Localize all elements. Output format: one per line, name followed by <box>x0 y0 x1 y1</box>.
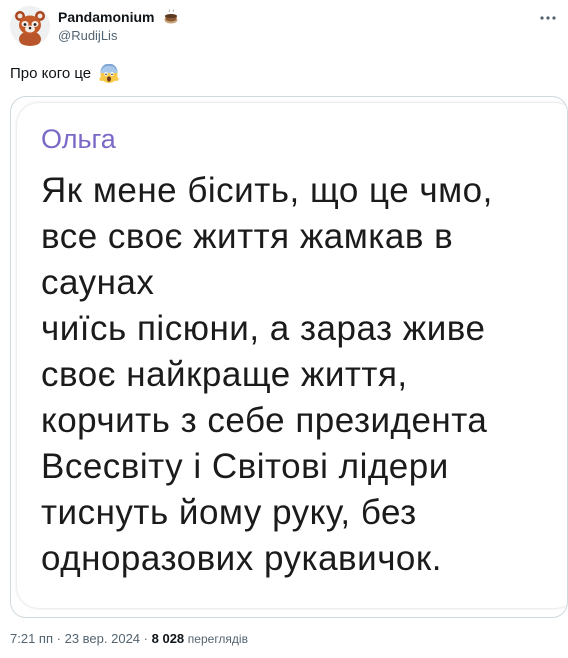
tweet-time[interactable]: 7:21 пп <box>10 631 53 646</box>
tweet-media-image[interactable]: Ольга Як мене бісить, що це чмо, все сво… <box>10 96 568 618</box>
author-display-name[interactable]: Pandamonium <box>58 8 154 26</box>
teacup-icon <box>164 9 178 24</box>
more-options-icon[interactable] <box>538 10 558 26</box>
message-line: чиїсь пісюни, а зараз живе <box>41 309 486 348</box>
views-label[interactable]: переглядів <box>188 632 248 646</box>
author-names: Pandamonium @RudijLis <box>58 8 179 45</box>
message-bubble: Ольга Як мене бісить, що це чмо, все сво… <box>17 103 567 608</box>
message-line: Всесвіту і Світові лідери <box>41 447 449 486</box>
views-count[interactable]: 8 028 <box>152 631 185 646</box>
red-panda-avatar-icon <box>10 6 50 46</box>
message-body: Як мене бісить, що це чмо, все своє житт… <box>41 168 561 582</box>
message-line: одноразових рукавичок. <box>41 539 442 578</box>
message-line: тиснуть йому руку, без <box>41 493 417 532</box>
message-line: корчить з себе президента <box>41 401 488 440</box>
message-line: своє найкраще життя, <box>41 355 408 394</box>
tweet-text: Про кого це <box>10 64 119 84</box>
tweet-header: Pandamonium @RudijLis <box>10 6 558 50</box>
tweet-footer: 7:21 пп · 23 вер. 2024 · 8 028 перегляді… <box>10 630 248 648</box>
separator: · <box>56 631 61 646</box>
message-line: все своє життя жамкав в <box>41 217 454 256</box>
tweet-text-content: Про кого це <box>10 65 92 83</box>
screaming-face-icon <box>99 64 119 84</box>
message-line: Як мене бісить, що це чмо, <box>41 171 493 210</box>
separator: · <box>143 631 148 646</box>
message-sender-name: Ольга <box>41 124 116 154</box>
author-handle[interactable]: @RudijLis <box>58 27 179 45</box>
message-line: саунах <box>41 263 155 302</box>
avatar[interactable] <box>10 6 50 46</box>
tweet-date[interactable]: 23 вер. 2024 <box>65 631 140 646</box>
